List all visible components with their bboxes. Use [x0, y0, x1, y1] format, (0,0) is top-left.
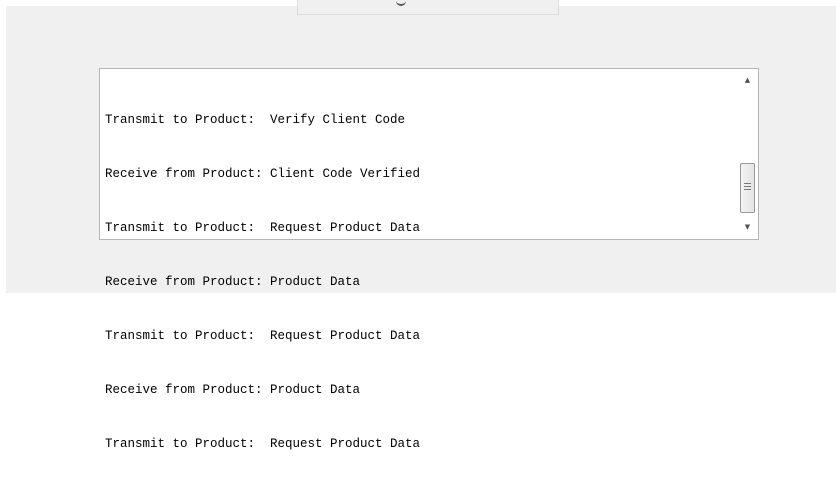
- log-lines: Transmit to Product: Verify Client Code …: [105, 75, 420, 489]
- log-line: Transmit to Product: Verify Client Code: [105, 113, 406, 127]
- vertical-scrollbar[interactable]: ▲ ▼: [737, 69, 758, 239]
- log-line: Receive from Product: Product Data: [105, 383, 361, 397]
- grip-icon: [744, 183, 751, 190]
- log-line: Transmit to Product: Request Product Dat…: [105, 437, 421, 451]
- log-line: Transmit to Product: Request Product Dat…: [105, 329, 421, 343]
- scroll-up-arrow-icon[interactable]: ▲: [737, 72, 758, 89]
- log-line: Receive from Product: Client Code Verifi…: [105, 167, 421, 181]
- communication-log[interactable]: Transmit to Product: Verify Client Code …: [99, 68, 759, 451]
- log-line: Transmit to Product: Request Product Dat…: [105, 221, 421, 235]
- scroll-down-arrow-icon[interactable]: ▼: [737, 219, 758, 236]
- log-line: Receive from Product: Product Data: [105, 275, 361, 289]
- top-control[interactable]: [297, 0, 559, 15]
- scroll-thumb[interactable]: [740, 163, 755, 213]
